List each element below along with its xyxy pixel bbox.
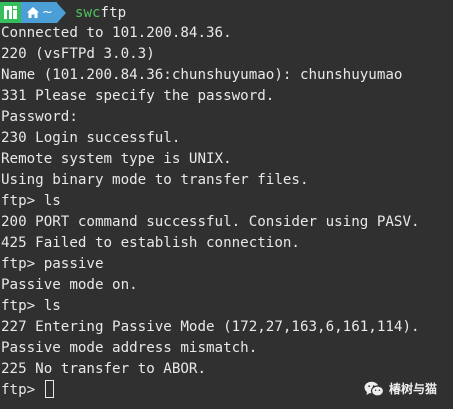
- output-line-name: Name (101.200.84.36:chunshuyumao): chuns…: [1, 67, 403, 83]
- ftp-prompt: ftp>: [1, 382, 44, 398]
- output-line-425: 425 Failed to establish connection.: [1, 235, 300, 251]
- text-cursor: [44, 380, 54, 398]
- output-line-password: Password:: [1, 109, 78, 125]
- output-line-connected: Connected to 101.200.84.36.: [1, 25, 232, 41]
- output-line-passive-on: Passive mode on.: [1, 277, 138, 293]
- ftp-input-line[interactable]: ftp>: [1, 380, 54, 401]
- wechat-icon: [364, 381, 384, 397]
- current-directory: ~: [42, 5, 53, 20]
- output-line-200: 200 PORT command successful. Consider us…: [1, 214, 420, 230]
- output-line-address-mismatch: Passive mode address mismatch.: [1, 340, 258, 356]
- watermark-text: 椿树与猫: [388, 382, 437, 396]
- command-argument: ftp: [101, 5, 127, 21]
- output-line-230: 230 Login successful.: [1, 130, 181, 146]
- terminal-window[interactable]: ~ swc ftp Connected to 101.200.84.36. 22…: [0, 0, 453, 409]
- output-line-binary-mode: Using binary mode to transfer files.: [1, 172, 309, 188]
- directory-segment: ~: [21, 2, 57, 23]
- output-line-ftp-ls-2: ftp> ls: [1, 298, 61, 314]
- output-line-225: 225 No transfer to ABOR.: [1, 361, 206, 377]
- output-line-331: 331 Please specify the password.: [1, 88, 275, 104]
- watermark: 椿树与猫: [364, 380, 437, 397]
- shell-prompt: ~ swc ftp: [0, 2, 126, 23]
- command-name: swc: [74, 4, 101, 21]
- output-line-system-type: Remote system type is UNIX.: [1, 151, 232, 167]
- output-line-220: 220 (vsFTPd 3.0.3): [1, 46, 155, 62]
- home-icon: [27, 7, 39, 18]
- output-line-ftp-ls-1: ftp> ls: [1, 193, 61, 209]
- command-argument-text: ftp: [100, 4, 127, 21]
- prompt-separator-arrow: [56, 2, 66, 23]
- manjaro-logo-icon: [0, 2, 21, 23]
- output-line-ftp-passive: ftp> passive: [1, 256, 104, 272]
- output-line-227: 227 Entering Passive Mode (172,27,163,6,…: [1, 319, 420, 335]
